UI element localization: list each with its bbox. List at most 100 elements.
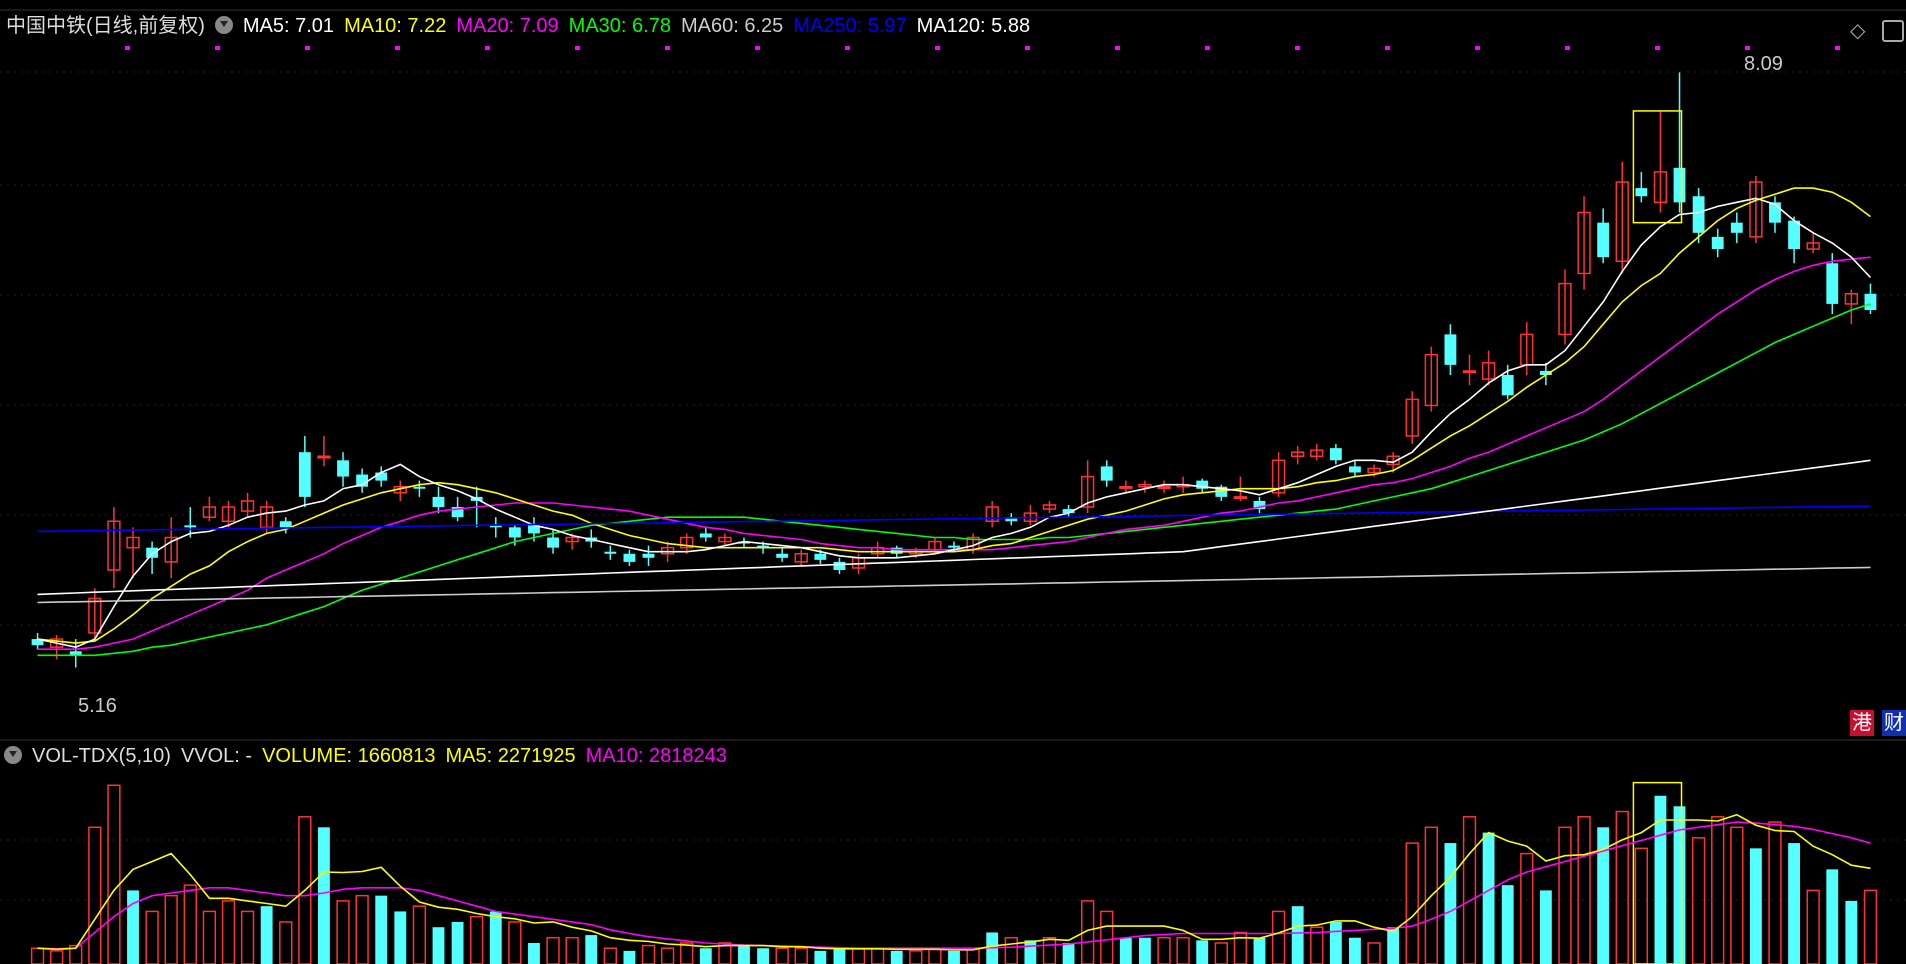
- candle-body-down: [337, 460, 349, 477]
- volume-bar-down: [890, 950, 903, 964]
- volume-bar-down: [757, 948, 769, 964]
- candle-body-down: [776, 553, 789, 558]
- candle-body-down: [604, 551, 617, 554]
- volume-bar-down: [394, 911, 407, 964]
- ma60-line: [37, 566, 1871, 604]
- volume-bar-up: [1004, 936, 1018, 964]
- volume-bar-down: [528, 942, 540, 964]
- ma-label: MA30: 6.78: [568, 15, 671, 37]
- candle-body-down: [184, 525, 197, 528]
- volume-bar-up: [49, 950, 64, 964]
- volume-bar-up: [1615, 810, 1629, 964]
- hk-badge[interactable]: 港: [1850, 710, 1874, 736]
- candle-body-down: [948, 545, 960, 548]
- candle-body-down: [432, 496, 445, 508]
- candle-body-down: [1692, 196, 1705, 233]
- volume-bar-up: [1577, 816, 1591, 964]
- marker-dot: [1475, 46, 1480, 50]
- volume-dropdown-icon[interactable]: [4, 746, 22, 764]
- marker-dot: [1835, 46, 1840, 50]
- candle-body-down: [642, 553, 655, 558]
- volume-bar-down: [1387, 927, 1400, 964]
- finance-badge[interactable]: 财: [1882, 710, 1906, 736]
- volume-bar-up: [508, 921, 522, 964]
- volume-bar-up: [355, 894, 369, 964]
- marker-dot: [1205, 46, 1210, 50]
- candle-body-down: [1673, 167, 1686, 203]
- moving-average-lines: [37, 110, 1872, 657]
- stock-chart: 8.09 5.16: [0, 9, 1906, 964]
- price-header: 中国中铁(日线,前复权) MA5: 7.01 MA10: 7.22 MA20: 7.0…: [6, 14, 1050, 38]
- marker-dot: [1025, 46, 1030, 50]
- diamond-icon[interactable]: ◇: [1850, 18, 1865, 43]
- volume-ma5-line: [37, 813, 1871, 951]
- volume-bar-down: [1329, 921, 1342, 964]
- volume-indicator-name[interactable]: VOL-TDX(5,10): [32, 745, 171, 767]
- marker-dot: [1115, 46, 1120, 50]
- ma10-line: [37, 187, 1871, 644]
- volume-bar-down: [1749, 848, 1762, 964]
- dropdown-icon[interactable]: [214, 16, 233, 34]
- volume-bar-up: [30, 947, 45, 964]
- volume-bar-up: [88, 826, 102, 964]
- volume-bar-down: [1539, 890, 1552, 964]
- candle-body-down: [146, 547, 159, 558]
- volume-bar-down: [451, 921, 464, 964]
- vvol-label: VVOL: -: [180, 745, 253, 767]
- candle-body-up: [317, 455, 331, 459]
- stock-title[interactable]: 中国中铁(日线,前复权): [6, 15, 205, 37]
- volume-bar-up: [1405, 842, 1419, 964]
- high-price-annotation: 8.09: [1744, 53, 1783, 75]
- volume-bar-down: [1119, 937, 1132, 964]
- volume-bar-up: [1042, 936, 1057, 964]
- marker-dot: [575, 46, 580, 50]
- marker-dot: [1655, 46, 1660, 50]
- volume-bar-down: [489, 911, 502, 964]
- volume-bar-down: [260, 906, 273, 964]
- marker-dot: [1385, 46, 1390, 50]
- volume-bar-down: [699, 948, 712, 964]
- candle-body-down: [1329, 448, 1342, 461]
- candle-body-up: [1157, 485, 1171, 489]
- volume-ma5: MA5: 2271925: [445, 745, 576, 767]
- volume-bar-up: [145, 910, 159, 964]
- volume-bar-up: [565, 936, 579, 964]
- volume-ma10-line: [37, 821, 1871, 950]
- volume-bar-up: [1730, 826, 1744, 964]
- volume-bar-up: [1157, 936, 1171, 964]
- volume-bar-up: [546, 936, 560, 964]
- candle-body-up: [1119, 485, 1133, 489]
- candle-body-down: [1635, 188, 1648, 197]
- volume-bar-up: [1558, 826, 1572, 964]
- volume-bar-down: [1788, 843, 1801, 964]
- candle-body-down: [814, 553, 827, 560]
- volume-bar-up: [1367, 942, 1381, 964]
- volume-bar-up: [240, 910, 255, 964]
- window-icon[interactable]: [1882, 20, 1904, 42]
- volume-bar-down: [833, 948, 846, 964]
- ma-label: MA120: 5.88: [916, 15, 1031, 37]
- volume-header: VOL-TDX(5,10) VVOL: - VOLUME: 1660813 MA5: …: [4, 744, 737, 768]
- volume-bar-down: [1062, 942, 1075, 964]
- candle-body-down: [413, 486, 426, 489]
- candle-body-down: [298, 452, 311, 497]
- volume-bar-down: [1253, 937, 1266, 964]
- volume-value: VOLUME: 1660813: [262, 745, 436, 767]
- marker-dot: [665, 46, 670, 50]
- candle-body-down: [699, 533, 712, 538]
- candle-body-down: [1730, 222, 1743, 233]
- marker-dot: [125, 46, 130, 50]
- volume-bar-down: [1654, 795, 1667, 964]
- volume-bar-up: [1634, 847, 1649, 964]
- volume-bar-up: [603, 947, 617, 964]
- candle-body-down: [1826, 263, 1839, 304]
- ma30-line: [37, 303, 1871, 657]
- volume-bar-down: [814, 950, 827, 964]
- volume-bar-up: [412, 905, 427, 964]
- volume-bar-down: [375, 895, 388, 964]
- marker-dot: [305, 46, 310, 50]
- marker-dot: [1295, 46, 1300, 50]
- volume-bar-up: [1711, 816, 1725, 964]
- marker-dot: [1745, 46, 1750, 50]
- ma-label: MA60: 6.25: [680, 15, 784, 37]
